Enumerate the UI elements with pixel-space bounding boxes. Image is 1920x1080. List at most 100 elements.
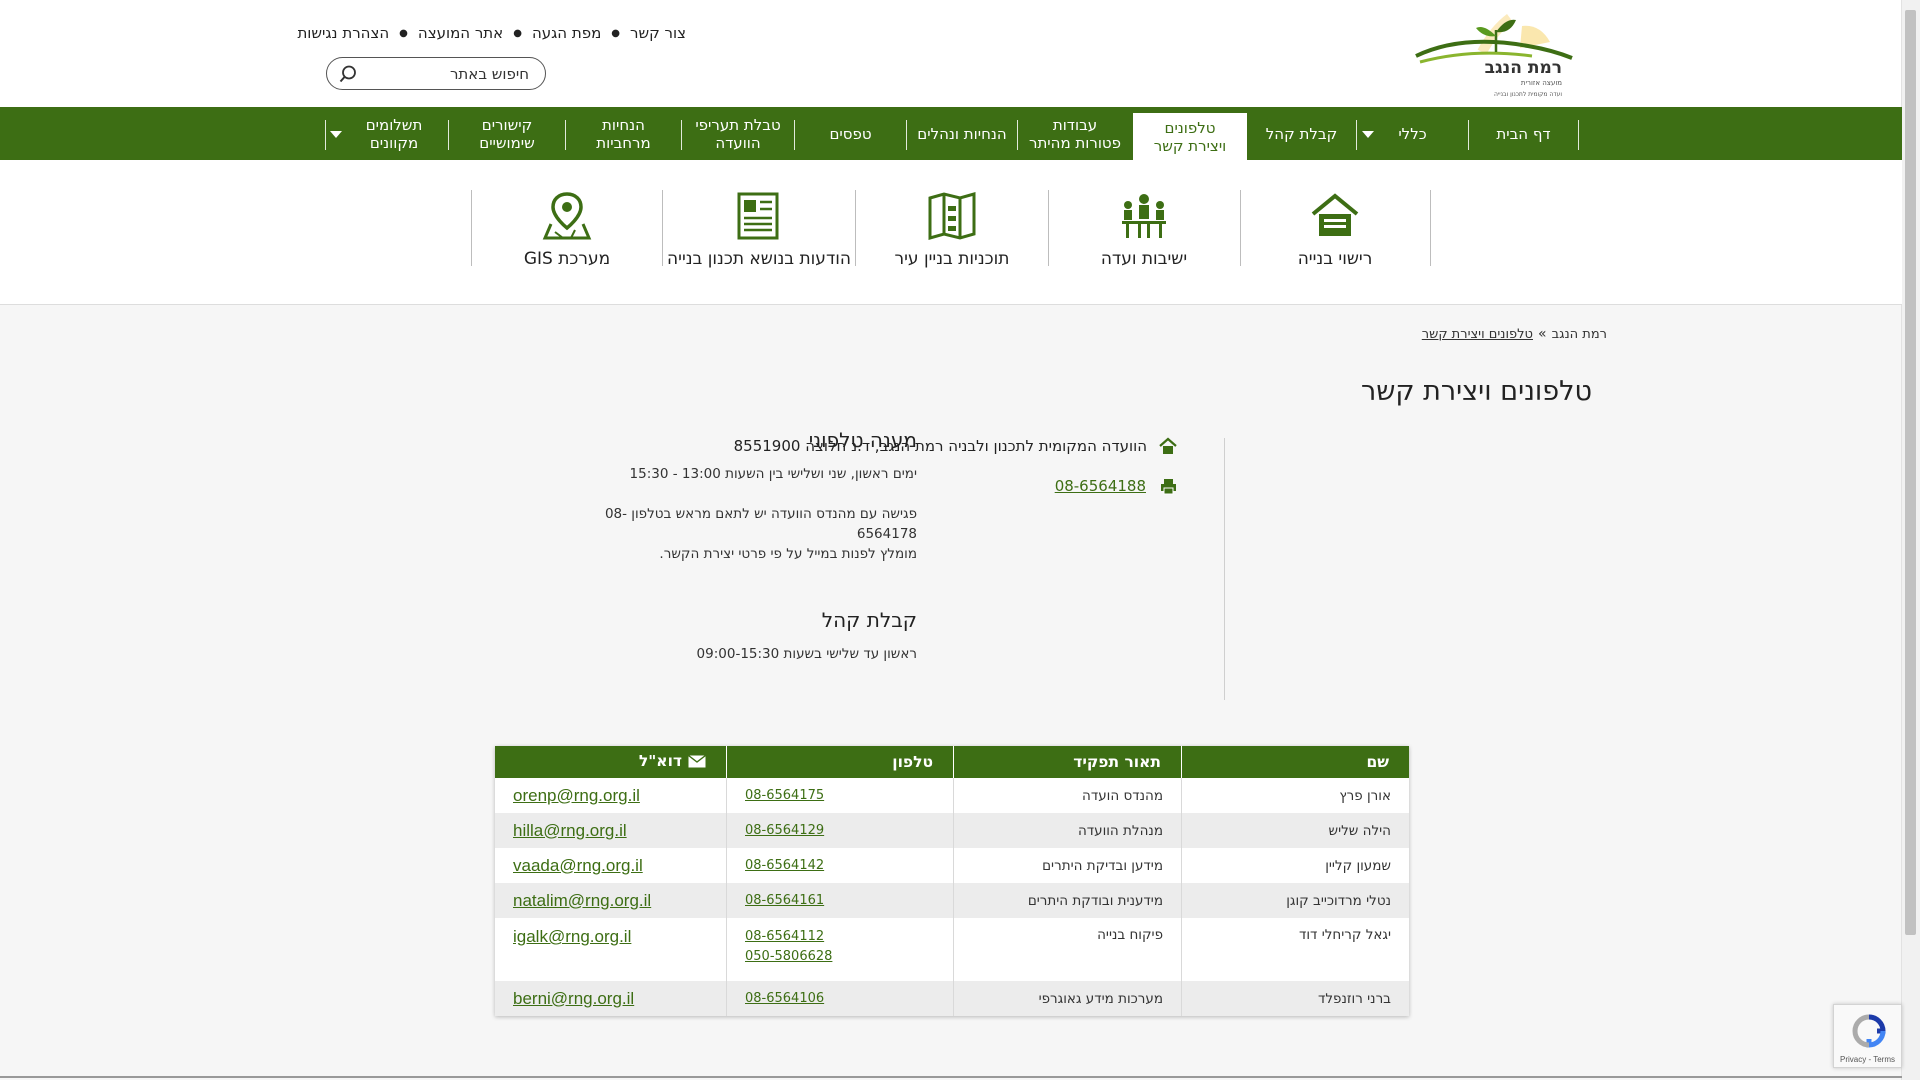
contact-mobile-link[interactable]: 050-5806628 — [745, 947, 935, 967]
shortcut-building-permits[interactable]: רישוי בנייה — [1240, 190, 1430, 290]
top-links: צור קשר ● מפת הגעה ● אתר המועצה ● הצהרת … — [297, 24, 686, 44]
fax-number-link[interactable]: 08-6564188 — [1055, 477, 1146, 495]
shortcut-label: ישיבות ועדה — [1100, 249, 1188, 269]
shortcut-label: תוכניות בניין עיר — [894, 249, 1010, 269]
meeting-note: פגישה עם מהנדס הוועדה יש לתאם מראש בטלפו… — [604, 506, 917, 522]
chevron-down-icon[interactable] — [330, 131, 342, 138]
top-link-council-site[interactable]: אתר המועצה — [418, 24, 503, 44]
contact-email-link[interactable]: hilla@rng.org.il — [513, 821, 627, 840]
top-link-contact[interactable]: צור קשר — [630, 24, 686, 44]
nav-separator — [906, 120, 907, 150]
nav-separator — [325, 120, 326, 150]
contact-name: יגאל קריחלי דוד — [1181, 918, 1409, 981]
shortcut-separator — [471, 190, 472, 266]
recaptcha-icon — [1852, 1014, 1886, 1048]
nav-item-fee-table[interactable]: טבלת תעריפי הוועדה — [682, 107, 794, 160]
contact-phone-link[interactable]: 08-6564112 — [745, 927, 935, 947]
nav-item-spatial-guidelines[interactable]: הנחיות מרחביות — [566, 107, 681, 160]
contact-phone-link[interactable]: 08-6564129 — [745, 821, 935, 841]
contact-name: הילה שליש — [1181, 813, 1409, 848]
house-icon — [1311, 193, 1359, 236]
main-nav: דף הבית כללי קבלת קהל טלפונים ויצירת קשר… — [0, 107, 1902, 160]
contact-phone-cell: 08-6564142 — [726, 848, 954, 883]
nav-item-useful-links[interactable]: קישורים שימושיים — [449, 107, 565, 160]
breadcrumb: רמת הנגב » טלפונים ויצירת קשר — [1422, 326, 1607, 342]
nav-separator — [565, 120, 566, 150]
contact-email-link[interactable]: berni@rng.org.il — [513, 989, 634, 1008]
breadcrumb-current[interactable]: טלפונים ויצירת קשר — [1422, 327, 1533, 342]
nav-item-reception[interactable]: קבלת קהל — [1247, 107, 1356, 160]
service-hours-panel: מענה טלפוני ימים ראשון, שני ושלישי בין ה… — [577, 428, 917, 664]
shortcut-label: הודעות בנושא תכנון בנייה — [667, 249, 851, 269]
table-row: יגאל קריחלי דוד פיקוח בנייה 08-6564112 0… — [495, 918, 1409, 981]
nav-item-forms[interactable]: טפסים — [795, 107, 906, 160]
footer-edge — [0, 1076, 1902, 1078]
table-row: נטלי מרדוכייב קוגן מידענית ובודקת היתרים… — [495, 883, 1409, 918]
column-header-name: שם — [1181, 746, 1409, 778]
contact-email-link[interactable]: orenp@rng.org.il — [513, 786, 640, 805]
table-row: אורן פרץ מהנדס הועדה 08-6564175 orenp@rn… — [495, 778, 1409, 813]
contact-email-cell: hilla@rng.org.il — [495, 813, 727, 848]
table-row: הילה שליש מנהלת הוועדה 08-6564129 hilla@… — [495, 813, 1409, 848]
recaptcha-links[interactable]: Privacy - Terms — [1834, 1055, 1901, 1064]
map-pin-icon — [542, 192, 592, 240]
site-logo[interactable]: רמת הנגב מועצה אזורית ועדה מקומית לתכנון… — [1412, 12, 1576, 98]
shortcut-label: מערכת GIS — [523, 249, 611, 269]
contact-email-link[interactable]: igalk@rng.org.il — [513, 927, 631, 946]
contact-name: ברני רוזנפלד — [1181, 981, 1409, 1016]
contact-role: מערכות מידע גאוגרפי — [953, 981, 1182, 1016]
column-header-role: תאור תפקיד — [953, 746, 1182, 778]
shortcut-bar: רישוי בנייה ישיבות ועדה תוכניות בניין עי… — [0, 160, 1902, 305]
contact-phone-link[interactable]: 08-6564161 — [745, 891, 935, 911]
breadcrumb-separator: » — [1538, 326, 1547, 342]
nav-item-exempt-works[interactable]: עבודות פטורות מהיתר — [1018, 107, 1132, 160]
contact-role: מהנדס הועדה — [953, 778, 1182, 813]
table-row: שמעון קליין מידען ובדיקת היתרים 08-65641… — [495, 848, 1409, 883]
shortcut-committee-meetings[interactable]: ישיבות ועדה — [1049, 190, 1239, 290]
reception-heading: קבלת קהל — [821, 608, 917, 632]
shortcut-separator — [662, 190, 663, 266]
contact-role: מנהלת הוועדה — [953, 813, 1182, 848]
shortcut-planning-notices[interactable]: הודעות בנושא תכנון בנייה — [664, 190, 854, 290]
nav-separator — [1017, 120, 1018, 150]
contact-name: שמעון קליין — [1181, 848, 1409, 883]
meeting-note-phone: 6564178 — [856, 526, 917, 542]
top-link-directions[interactable]: מפת הגעה — [532, 24, 601, 44]
office-fax: 08-6564188 — [1055, 477, 1177, 495]
top-link-accessibility[interactable]: הצהרת נגישות — [297, 24, 389, 44]
nav-item-online-payments[interactable]: תשלומים מקוונים — [340, 107, 448, 160]
contact-email-link[interactable]: natalim@rng.org.il — [513, 891, 651, 910]
contact-phone-link[interactable]: 08-6564175 — [745, 786, 935, 806]
column-header-phone: טלפון — [726, 746, 954, 778]
nav-item-guidelines[interactable]: הנחיות ונהלים — [907, 107, 1017, 160]
shortcut-separator — [855, 190, 856, 266]
shortcut-city-plans[interactable]: תוכניות בניין עיר — [857, 190, 1047, 290]
search-box — [326, 57, 546, 90]
contact-phone-link[interactable]: 08-6564106 — [745, 989, 935, 1009]
scrollbar-thumb[interactable] — [1905, 10, 1916, 935]
home-icon — [1159, 437, 1177, 454]
search-input[interactable] — [367, 63, 531, 85]
contact-phone-cell: 08-6564112 050-5806628 — [726, 918, 954, 981]
breadcrumb-home[interactable]: רמת הנגב — [1552, 327, 1607, 342]
email-header-label: דוא"ל — [638, 752, 682, 771]
contact-role: מידענית ובודקת היתרים — [953, 883, 1182, 918]
recaptcha-badge[interactable]: Privacy - Terms — [1833, 1004, 1902, 1068]
meeting-icon — [1122, 194, 1166, 238]
table-row: ברני רוזנפלד מערכות מידע גאוגרפי 08-6564… — [495, 981, 1409, 1016]
contact-email-cell: igalk@rng.org.il — [495, 918, 727, 981]
nav-separator — [1578, 120, 1579, 150]
logo-tagline: ועדה מקומית לתכנון ובנייה — [1494, 91, 1562, 98]
shortcut-gis[interactable]: מערכת GIS — [472, 190, 662, 290]
email-recommendation: מומלץ לפנות במייל על פי פרטי יצירת הקשר. — [659, 546, 917, 562]
chevron-down-icon[interactable] — [1362, 131, 1374, 138]
nav-item-contact[interactable]: טלפונים ויצירת קשר — [1133, 113, 1247, 160]
contact-phone-cell: 08-6564161 — [726, 883, 954, 918]
search-icon[interactable] — [339, 65, 357, 83]
page-scrollbar[interactable] — [1901, 0, 1920, 1080]
contact-phone-link[interactable]: 08-6564142 — [745, 856, 935, 876]
logo-subtitle: מועצה אזורית — [1520, 79, 1562, 87]
map-book-icon — [928, 192, 976, 240]
contact-email-link[interactable]: vaada@rng.org.il — [513, 856, 643, 875]
nav-item-home[interactable]: דף הבית — [1469, 107, 1578, 160]
